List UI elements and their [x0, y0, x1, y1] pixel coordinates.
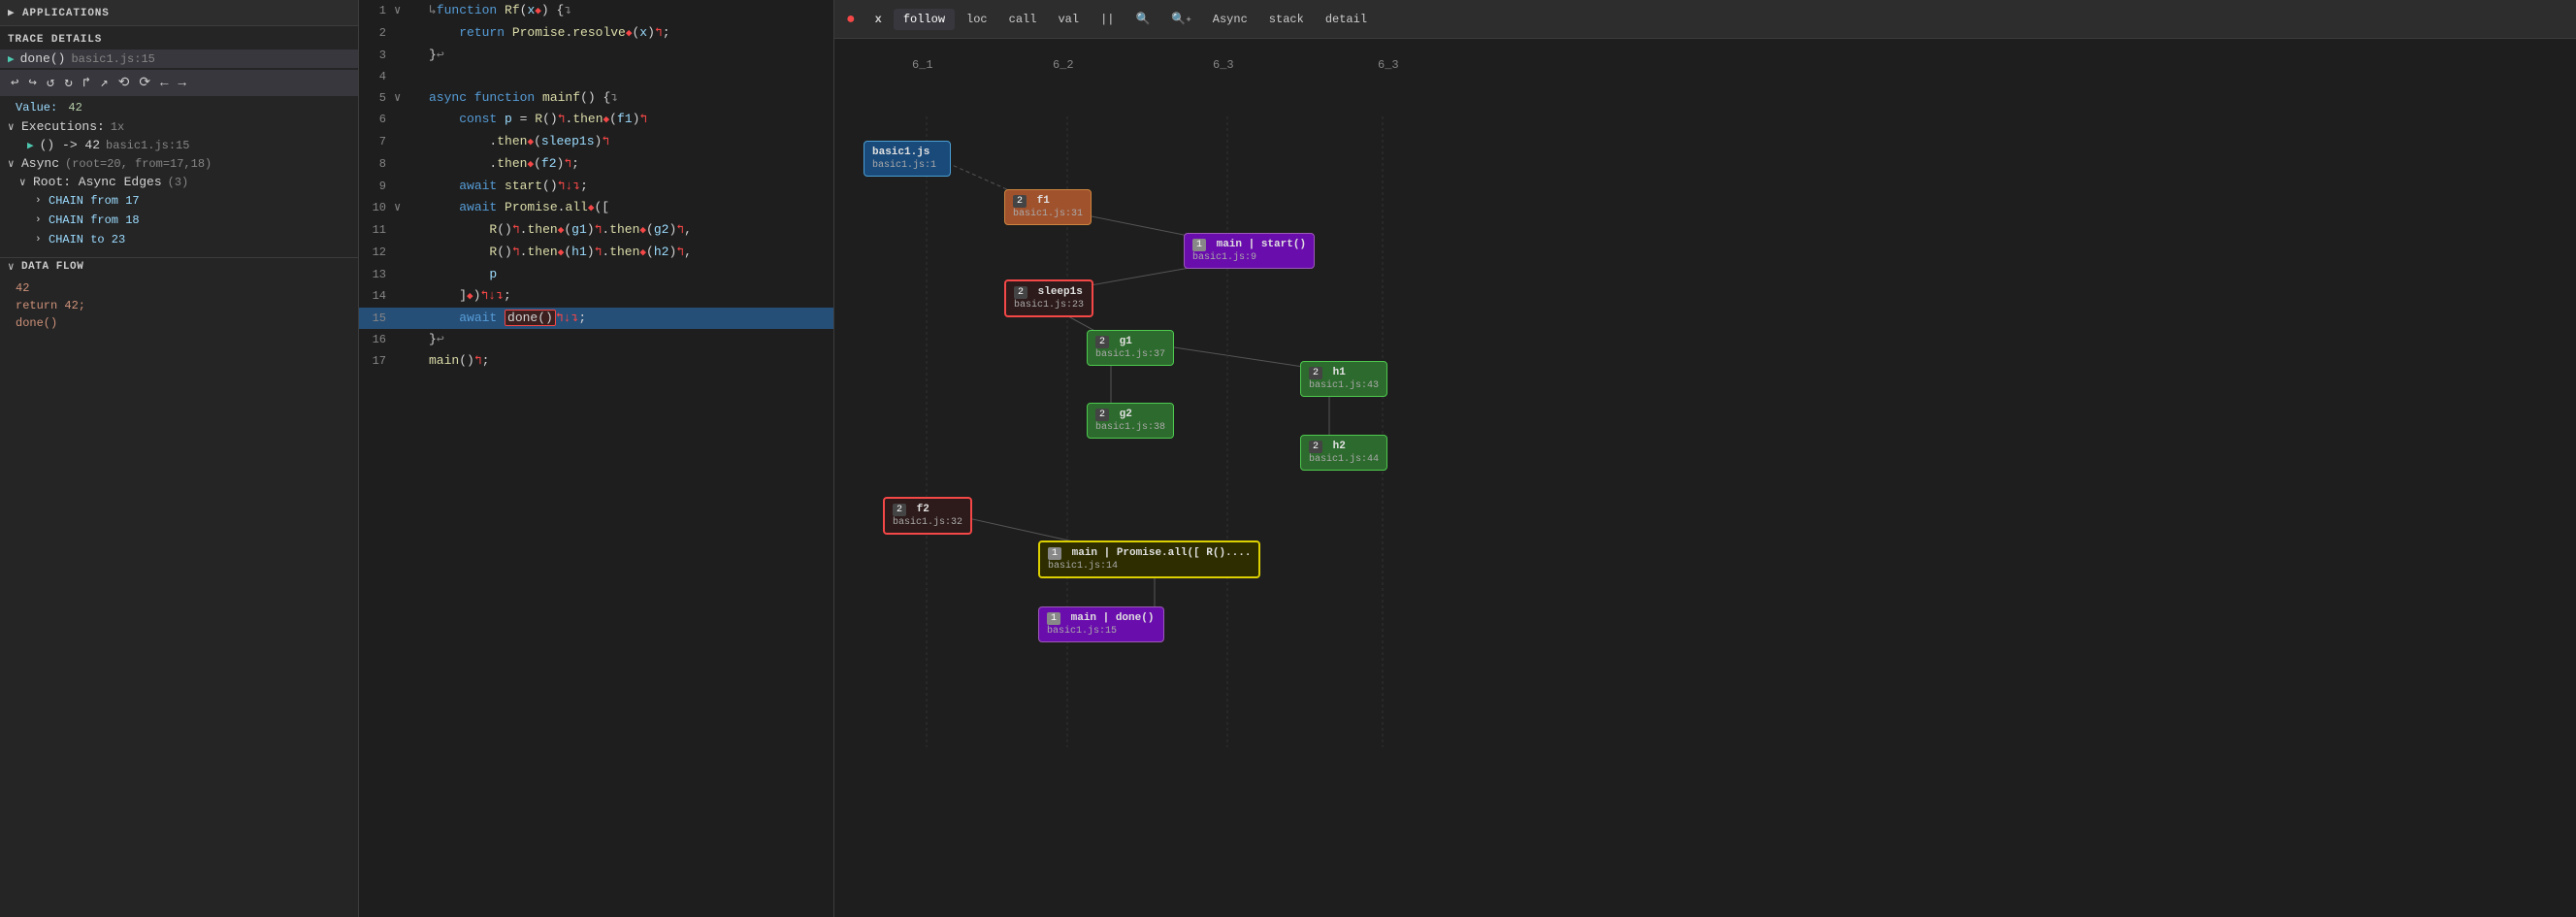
code-line-16: 16 }↩	[359, 329, 833, 350]
code-line-14: 14 ]◆)↰↓↴;	[359, 285, 833, 308]
exec-play-icon: ▶	[27, 139, 34, 152]
trace-details-header: TRACE DETAILS	[0, 26, 358, 49]
col-label-6-3a: 6_3	[1213, 58, 1234, 72]
code-line-10: 10 ∨ await Promise.all◆([	[359, 197, 833, 219]
node-g2[interactable]: 2 g2 basic1.js:38	[1087, 403, 1174, 439]
toolbar-btn-3[interactable]: ↻	[61, 74, 75, 92]
chain-item-0[interactable]: › CHAIN from 17	[0, 191, 358, 211]
triangle-icon: ▶	[8, 8, 22, 19]
async-row[interactable]: ∨ Async (root=20, from=17,18)	[0, 154, 358, 173]
done-item[interactable]: ▶ done() basic1.js:15	[0, 49, 358, 68]
code-line-7: 7 .then◆(sleep1s)↰	[359, 131, 833, 153]
node-h2[interactable]: 2 h2 basic1.js:44	[1300, 435, 1387, 471]
node-h1[interactable]: 2 h1 basic1.js:43	[1300, 361, 1387, 397]
left-panel: ▶ APPLICATIONS TRACE DETAILS ▶ done() ba…	[0, 0, 359, 917]
code-line-12: 12 R()↰.then◆(h1)↰.then◆(h2)↰,	[359, 242, 833, 264]
pipes-button[interactable]: ||	[1091, 9, 1124, 30]
node-promise-all[interactable]: 1 main | Promise.all([ R().... basic1.js…	[1038, 540, 1260, 578]
detail-button[interactable]: detail	[1316, 9, 1377, 30]
toolbar-btn-back[interactable]: ←	[157, 75, 171, 92]
chain-expand-1: ›	[35, 214, 45, 226]
execution-item[interactable]: ▶ () -> 42 basic1.js:15	[0, 136, 358, 154]
col-label-6-2: 6_2	[1053, 58, 1074, 72]
async-expand-icon: ∨	[8, 157, 17, 171]
toolbar-btn-2[interactable]: ↺	[44, 74, 57, 92]
data-flow-values: 42 return 42; done()	[0, 276, 358, 336]
col-label-6-1: 6_1	[912, 58, 933, 72]
df-val-1: return 42;	[0, 297, 358, 314]
toolbar-btn-4[interactable]: ↱	[80, 74, 93, 92]
code-line-17: 17 main()↰;	[359, 350, 833, 372]
data-flow-header[interactable]: ∨ DATA FLOW	[0, 257, 358, 276]
code-line-3: 3 }↩	[359, 45, 833, 66]
record-button[interactable]: ●	[838, 7, 864, 32]
call-button[interactable]: call	[999, 9, 1047, 30]
val-button[interactable]: val	[1048, 9, 1089, 30]
code-line-13: 13 p	[359, 264, 833, 285]
executions-row[interactable]: ∨ Executions: 1x	[0, 117, 358, 136]
expand-icon: ∨	[8, 120, 17, 134]
async-button[interactable]: Async	[1203, 9, 1257, 30]
applications-header: ▶ APPLICATIONS	[0, 0, 358, 26]
code-line-9: 9 await start()↰↓↴;	[359, 176, 833, 197]
code-line-4: 4	[359, 66, 833, 87]
code-line-8: 8 .then◆(f2)↰;	[359, 153, 833, 176]
loc-button[interactable]: loc	[957, 9, 997, 30]
code-editor: 1 ∨ ↳function Rf(x◆) {↴ 2 return Promise…	[359, 0, 834, 917]
col-label-6-3b: 6_3	[1378, 58, 1399, 72]
dataflow-expand: ∨	[8, 260, 17, 274]
code-line-2: 2 return Promise.resolve◆(x)↰;	[359, 22, 833, 45]
zoom-in-button[interactable]: 🔍+	[1161, 8, 1200, 30]
toolbar-btn-5[interactable]: ↗	[97, 74, 111, 92]
stack-button[interactable]: stack	[1259, 9, 1314, 30]
chain-item-2[interactable]: › CHAIN to 23	[0, 230, 358, 249]
df-val-0: 42	[0, 279, 358, 297]
node-f2[interactable]: 2 f2 basic1.js:32	[883, 497, 972, 535]
code-line-5: 5 ∨ async function mainf() {↴	[359, 87, 833, 109]
toolbar-btn-6[interactable]: ⟲	[115, 74, 133, 92]
root-async-row[interactable]: ∨ Root: Async Edges (3)	[0, 173, 358, 191]
toolbar-btn-7[interactable]: ⟳	[136, 74, 153, 92]
trace-toolbar: ↩ ↪ ↺ ↻ ↱ ↗ ⟲ ⟳ ← →	[0, 70, 358, 96]
node-main-done[interactable]: 1 main | done() basic1.js:15	[1038, 606, 1164, 642]
code-line-11: 11 R()↰.then◆(g1)↰.then◆(g2)↰,	[359, 219, 833, 242]
toolbar-btn-0[interactable]: ↩	[8, 74, 21, 92]
follow-button[interactable]: follow	[894, 9, 955, 30]
df-val-2: done()	[0, 314, 358, 332]
chain-expand-2: ›	[35, 234, 45, 246]
node-basic1-js[interactable]: basic1.js basic1.js:1	[864, 141, 951, 177]
search-button[interactable]: 🔍	[1125, 8, 1159, 30]
graph-area: basic1.js basic1.js:1 2 f1 basic1.js:31 …	[854, 87, 1581, 767]
viz-toolbar: ● x follow loc call val || 🔍 🔍+ Async st…	[834, 0, 2576, 39]
chain-item-1[interactable]: › CHAIN from 18	[0, 211, 358, 230]
graph-connectors	[854, 87, 1581, 767]
toolbar-btn-fwd[interactable]: →	[176, 75, 189, 92]
play-icon: ▶	[8, 52, 15, 66]
viz-content[interactable]: 6_1 6_2 6_3 6_3	[834, 39, 2576, 917]
node-main-start[interactable]: 1 main | start() basic1.js:9	[1184, 233, 1315, 269]
code-line-6: 6 const p = R()↰.then◆(f1)↰	[359, 109, 833, 131]
toolbar-btn-1[interactable]: ↪	[25, 74, 39, 92]
node-g1[interactable]: 2 g1 basic1.js:37	[1087, 330, 1174, 366]
node-f1[interactable]: 2 f1 basic1.js:31	[1004, 189, 1092, 225]
code-line-1: 1 ∨ ↳function Rf(x◆) {↴	[359, 0, 833, 22]
viz-panel: ● x follow loc call val || 🔍 🔍+ Async st…	[834, 0, 2576, 917]
close-button[interactable]: x	[865, 9, 892, 30]
value-row: Value: 42	[0, 98, 358, 117]
code-line-15: 15 await done()↰↓↴;	[359, 308, 833, 329]
column-labels: 6_1 6_2 6_3 6_3	[873, 58, 2557, 87]
root-expand-icon: ∨	[19, 176, 29, 189]
node-sleep1s[interactable]: 2 sleep1s basic1.js:23	[1004, 279, 1093, 317]
chain-expand-0: ›	[35, 195, 45, 207]
